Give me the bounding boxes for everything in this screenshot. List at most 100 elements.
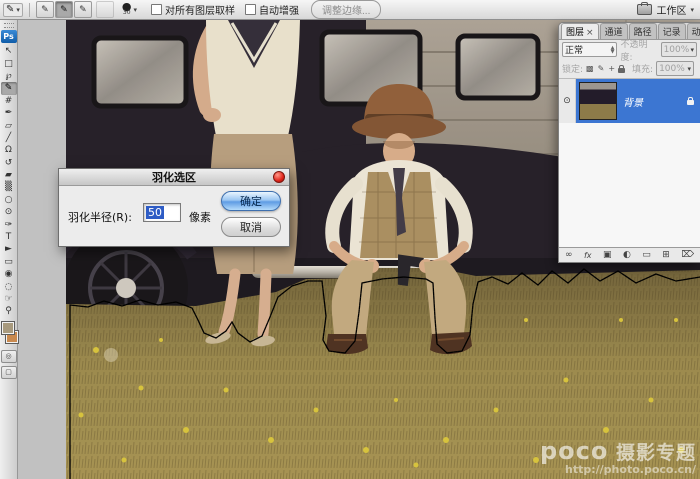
checkbox-icon (151, 4, 162, 15)
workspace-label: 工作区 (656, 2, 686, 17)
move-tool[interactable]: ↖ (1, 45, 17, 57)
layer-name: 背景 (623, 94, 687, 109)
layers-panel: 图层×通道路径记录动作 ≡ 正常 ▲▼ 不透明度: 100% ▾ 锁定: ▩✎+… (558, 22, 700, 263)
auto-enhance-label: 自动增强 (259, 2, 299, 17)
tool-palette: Ps ↖□℘✎#✒▱╱Ω↺▰▒○⊙✑T►▭◉◌☞⚲ ◎ ▢ (0, 20, 18, 479)
path-selection-tool[interactable]: ► (1, 243, 17, 255)
crop-tool[interactable]: # (1, 95, 17, 107)
layer-style-button[interactable]: fx (584, 251, 592, 260)
3d-rotate-tool[interactable]: ◉ (1, 268, 17, 280)
lock-position-icon[interactable]: + (608, 64, 615, 73)
quick-selection-tool[interactable]: ✎ (1, 82, 17, 94)
chevron-down-icon: ▾ (690, 46, 694, 54)
tab-记录[interactable]: 记录 (658, 23, 686, 39)
new-selection-button[interactable]: ✎ (36, 1, 54, 18)
sample-all-layers-checkbox[interactable]: 对所有图层取样 (151, 2, 235, 17)
clone-stamp-tool[interactable]: Ω (1, 144, 17, 156)
blend-mode-select[interactable]: 正常 ▲▼ (562, 42, 617, 57)
workspace-switcher[interactable]: 工作区 ▾ (637, 2, 694, 17)
marquee-tool[interactable]: □ (1, 57, 17, 69)
auto-enhance-checkbox[interactable]: 自动增强 (245, 2, 299, 17)
chevron-down-icon: ▾ (690, 6, 694, 14)
layer-thumbnail (579, 82, 617, 120)
layer-list: ⊙ 背景 (559, 78, 700, 248)
dodge-tool[interactable]: ⊙ (1, 206, 17, 218)
selection-mode-buttons: ✎✎✎ (36, 1, 92, 18)
lock-transparency-icon[interactable]: ▩ (586, 64, 594, 73)
refine-edge-button[interactable]: 调整边缘... (311, 0, 381, 19)
history-brush-tool[interactable]: ↺ (1, 157, 17, 169)
new-layer-button[interactable]: ⊞ (662, 251, 670, 260)
separator (29, 3, 30, 17)
type-tool[interactable]: T (1, 231, 17, 243)
spinner-arrows-icon: ▲▼ (611, 46, 615, 54)
opacity-select: 100% ▾ (661, 42, 697, 57)
close-icon[interactable]: × (586, 28, 594, 38)
lock-label: 锁定: (562, 62, 583, 75)
dialog-body: 羽化半径(R): 50 像素 确定 取消 (59, 186, 289, 246)
sample-all-layers-label: 对所有图层取样 (165, 2, 235, 17)
palette-grip[interactable] (4, 23, 14, 28)
pixels-unit-label: 像素 (189, 209, 211, 225)
brush-size-picker[interactable]: ● 30 ▾ (122, 4, 137, 16)
photoshop-logo: Ps (1, 30, 17, 43)
quick-mask-button[interactable]: ◎ (1, 350, 17, 363)
cancel-button[interactable]: 取消 (221, 217, 281, 237)
tab-图层[interactable]: 图层× (561, 23, 599, 39)
disabled-option-button (96, 1, 114, 18)
feather-radius-input[interactable]: 50 (143, 203, 181, 222)
lock-icons: ▩ ✎+ (586, 64, 615, 73)
color-swatches (0, 321, 18, 347)
visibility-toggle[interactable]: ⊙ (559, 79, 576, 123)
blend-mode-row: 正常 ▲▼ 不透明度: 100% ▾ (559, 40, 700, 59)
new-group-button[interactable]: ▭ (642, 251, 651, 260)
layer-row-background[interactable]: ⊙ 背景 (559, 79, 700, 123)
3d-orbit-tool[interactable]: ◌ (1, 280, 17, 292)
add-to-selection-button[interactable]: ✎ (55, 1, 73, 18)
quick-selection-icon: ✎ (6, 5, 14, 15)
brush-tool[interactable]: ╱ (1, 132, 17, 144)
brush-size-value: 30 (123, 10, 131, 16)
zoom-tool[interactable]: ⚲ (1, 305, 17, 317)
photoshop-window: ✎ ▾ ✎✎✎ ● 30 ▾ 对所有图层取样 自动增强 调整边缘... 工作区 … (0, 0, 700, 479)
lasso-tool[interactable]: ℘ (1, 70, 17, 82)
screen-mode-button[interactable]: ▢ (1, 366, 17, 379)
fill-label: 填充: (632, 62, 653, 75)
adjustment-layer-button[interactable]: ◐ (623, 251, 631, 260)
checkbox-icon (245, 4, 256, 15)
eraser-tool[interactable]: ▰ (1, 169, 17, 181)
options-bar: ✎ ▾ ✎✎✎ ● 30 ▾ 对所有图层取样 自动增强 调整边缘... 工作区 … (0, 0, 700, 20)
chevron-down-icon: ▾ (134, 6, 138, 14)
link-layers-button[interactable]: ∞ (565, 251, 573, 260)
tool-preset-picker[interactable]: ✎ ▾ (3, 3, 23, 17)
pen-tool[interactable]: ✑ (1, 218, 17, 230)
delete-layer-button[interactable]: ⌦ (681, 251, 694, 260)
feather-radius-value: 50 (146, 206, 164, 219)
opacity-label: 不透明度: (620, 37, 657, 63)
dialog-titlebar[interactable]: 羽化选区 (59, 169, 289, 186)
hand-tool[interactable]: ☞ (1, 293, 17, 305)
healing-brush-tool[interactable]: ▱ (1, 119, 17, 131)
blur-tool[interactable]: ○ (1, 194, 17, 206)
foreground-color-swatch[interactable] (1, 321, 15, 335)
eyedropper-tool[interactable]: ✒ (1, 107, 17, 119)
shape-tool[interactable]: ▭ (1, 256, 17, 268)
tab-动作[interactable]: 动作 (687, 23, 700, 39)
workspace-icon (637, 4, 652, 15)
gradient-tool[interactable]: ▒ (1, 181, 17, 193)
subtract-from-selection-button[interactable]: ✎ (74, 1, 92, 18)
chevron-down-icon: ▾ (688, 65, 692, 73)
feather-radius-label: 羽化半径(R): (68, 209, 132, 225)
ok-button[interactable]: 确定 (221, 191, 281, 211)
add-mask-button[interactable]: ▣ (603, 251, 612, 260)
lock-all-icon[interactable] (618, 68, 625, 73)
panel-bottom-bar: ∞ fx ▣ ◐ ▭ ⊞ ⌦ (559, 248, 700, 263)
dialog-title: 羽化选区 (152, 169, 196, 185)
lock-image-icon[interactable]: ✎ (598, 64, 605, 73)
eye-icon: ⊙ (563, 96, 571, 106)
toolbar-tools: ↖□℘✎#✒▱╱Ω↺▰▒○⊙✑T►▭◉◌☞⚲ (1, 45, 17, 318)
close-icon[interactable] (273, 171, 285, 183)
feather-selection-dialog: 羽化选区 羽化半径(R): 50 像素 确定 取消 (58, 168, 290, 247)
chevron-down-icon: ▾ (16, 6, 20, 14)
fill-select: 100% ▾ (656, 61, 694, 76)
